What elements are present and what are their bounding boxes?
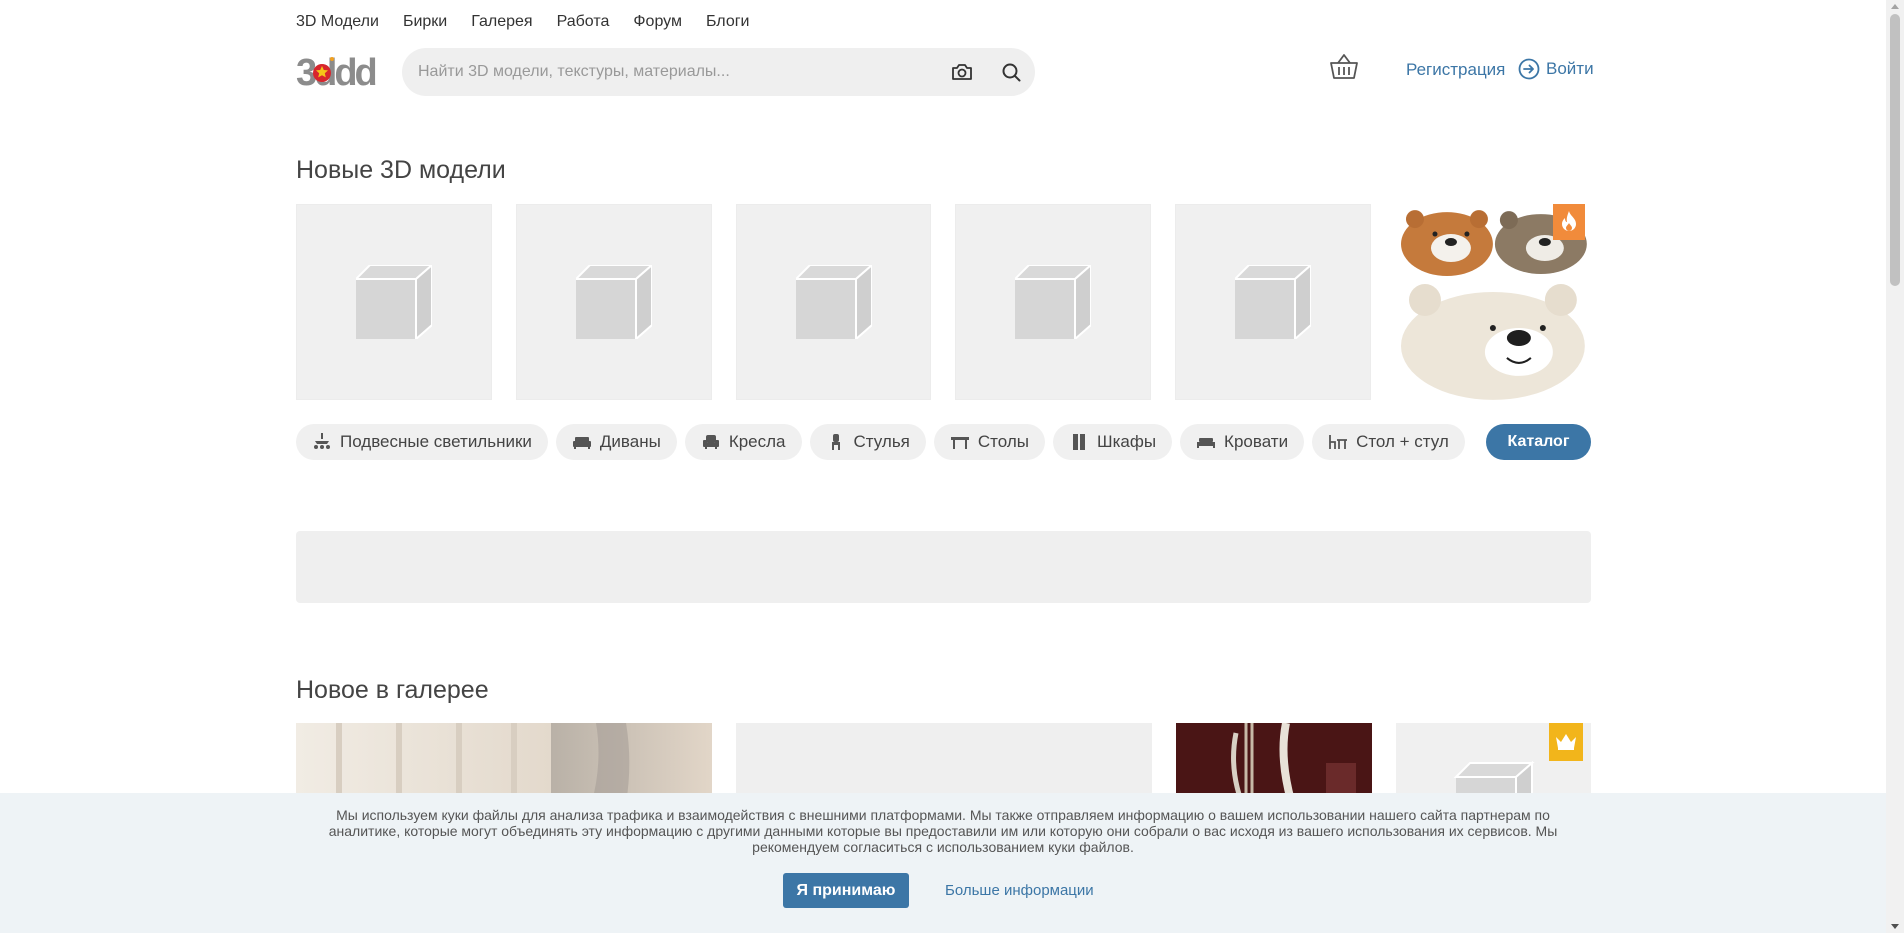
site-logo[interactable]: 3ddd	[296, 52, 380, 94]
login-icon	[1518, 58, 1540, 80]
category-chip-wardrobes[interactable]: Шкафы	[1052, 424, 1173, 460]
model-placeholder-icon	[355, 265, 432, 339]
category-label: Стол + стул	[1356, 432, 1449, 451]
register-link[interactable]: Регистрация	[1406, 60, 1505, 80]
category-label: Подвесные светильники	[340, 432, 532, 451]
top-nav: 3D Модели Бирки Галерея Работа Форум Бло…	[296, 0, 1591, 43]
model-placeholder-icon	[1015, 265, 1092, 339]
nav-gallery[interactable]: Галерея	[471, 13, 532, 31]
table-chair-icon	[1329, 435, 1348, 449]
page-scrollbar[interactable]	[1886, 0, 1904, 933]
gallery-title: Новое в галерее	[296, 676, 489, 704]
category-label: Диваны	[599, 432, 661, 451]
logo-wordmark: 3ddd	[296, 52, 376, 92]
chandelier-icon	[314, 433, 330, 449]
new-models-list	[296, 204, 1591, 400]
category-chip-table-chair[interactable]: Стол + стул	[1312, 424, 1465, 460]
nav-3d-models[interactable]: 3D Модели	[296, 13, 379, 31]
category-chip-armchairs[interactable]: Кресла	[684, 424, 802, 460]
search-bar	[402, 48, 1035, 96]
basket-icon[interactable]	[1329, 53, 1359, 81]
model-card-placeholder[interactable]	[735, 204, 932, 400]
scrollbar-thumb[interactable]	[1890, 14, 1900, 286]
category-label: Кровати	[1224, 432, 1289, 451]
model-card-placeholder[interactable]	[1175, 204, 1372, 400]
model-card-featured[interactable]	[1395, 204, 1591, 400]
category-chip-sofas[interactable]: Диваны	[555, 424, 677, 460]
cookie-banner: Мы используем куки файлы для анализа тра…	[0, 793, 1886, 933]
category-chip-tables[interactable]: Столы	[933, 424, 1045, 460]
nav-jobs[interactable]: Работа	[557, 13, 610, 31]
model-card-placeholder[interactable]	[955, 204, 1152, 400]
armchair-icon	[702, 435, 719, 449]
category-label: Шкафы	[1096, 432, 1157, 451]
bed-icon	[1197, 438, 1216, 448]
model-card-placeholder[interactable]	[296, 204, 492, 400]
category-chip-beds[interactable]: Кровати	[1180, 424, 1305, 460]
crown-icon	[1549, 723, 1583, 761]
login-link[interactable]: Войти	[1518, 58, 1594, 80]
accept-cookies-button[interactable]: Я принимаю	[783, 873, 909, 908]
model-card-placeholder[interactable]	[515, 204, 712, 400]
chair-icon	[831, 434, 840, 450]
nav-tags[interactable]: Бирки	[403, 13, 447, 31]
logo-dot	[330, 57, 334, 61]
table-icon	[950, 437, 969, 449]
header: 3ddd Регистрация	[296, 47, 1594, 97]
nav-forum[interactable]: Форум	[633, 13, 682, 31]
search-icon[interactable]	[999, 60, 1023, 84]
category-chip-pendant-lights[interactable]: Подвесные светильники	[296, 424, 548, 460]
logo-graphic: 3ddd	[296, 52, 379, 94]
wardrobe-icon	[1072, 434, 1085, 450]
category-label: Столы	[977, 432, 1029, 451]
catalog-button[interactable]: Каталог	[1486, 424, 1591, 460]
category-label: Кресла	[728, 432, 786, 451]
scroll-up-arrow-icon[interactable]	[1891, 4, 1899, 9]
cookie-text: Мы используем куки файлы для анализа тра…	[328, 807, 1558, 855]
nav-blogs[interactable]: Блоги	[706, 13, 750, 31]
sofa-icon	[572, 437, 591, 449]
model-placeholder-icon	[575, 265, 652, 339]
camera-icon[interactable]	[950, 60, 974, 84]
new-models-title: Новые 3D модели	[296, 156, 506, 184]
scroll-down-arrow-icon[interactable]	[1891, 924, 1899, 929]
search-input[interactable]	[418, 48, 938, 96]
model-placeholder-icon	[795, 265, 872, 339]
category-chip-chairs[interactable]: Стулья	[809, 424, 926, 460]
fire-icon	[1552, 204, 1585, 240]
ad-banner[interactable]	[296, 531, 1591, 603]
login-label: Войти	[1546, 59, 1594, 78]
category-label: Стулья	[853, 432, 910, 451]
model-placeholder-icon	[1235, 265, 1312, 339]
more-info-link[interactable]: Больше информации	[945, 882, 1094, 899]
category-bar: Подвесные светильники Диваны Кресла Стул…	[296, 424, 1591, 460]
